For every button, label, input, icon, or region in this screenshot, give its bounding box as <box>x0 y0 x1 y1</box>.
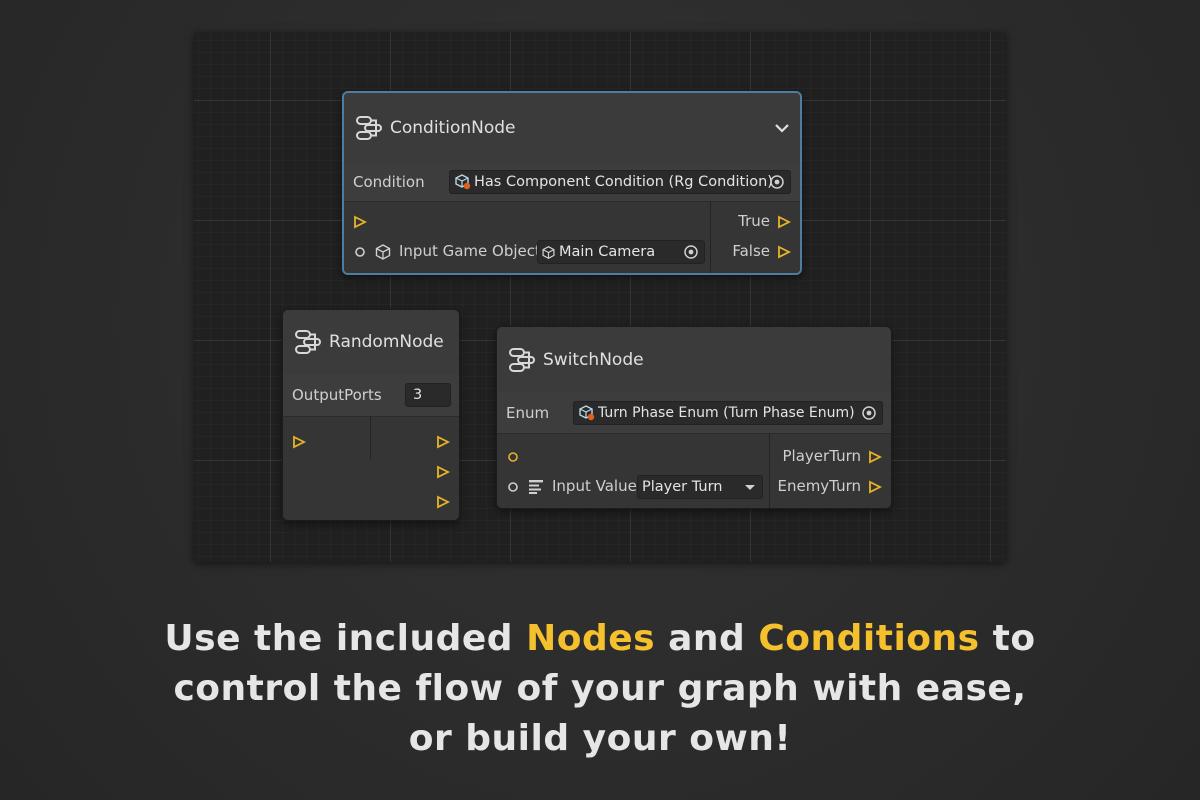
condition-node[interactable]: ConditionNode Condition Has Component Co… <box>342 91 802 275</box>
condition-node-header[interactable]: ConditionNode <box>344 93 800 164</box>
random-node-header[interactable]: RandomNode <box>283 310 459 375</box>
random-ports <box>283 417 459 520</box>
caption-highlight-nodes: Nodes <box>526 618 656 659</box>
flow-output-port-1[interactable] <box>436 435 450 449</box>
chevron-down-icon[interactable] <box>774 122 790 134</box>
condition-field-row: Condition Has Component Condition (Rg Co… <box>344 163 800 202</box>
output-true-label: True <box>738 212 770 230</box>
output-ports-row: OutputPorts 3 <box>283 374 459 417</box>
input-value-label: Input Value <box>552 477 637 495</box>
switch-node-title: SwitchNode <box>543 350 644 370</box>
enum-list-icon <box>529 480 543 494</box>
input-value-dropdown[interactable]: Player Turn <box>637 475 763 499</box>
input-value-selected: Player Turn <box>642 479 723 495</box>
flow-output-port-false[interactable] <box>777 245 791 259</box>
value-input-port[interactable] <box>507 481 519 493</box>
caption-line-1: Use the included Nodes and Conditions to <box>0 614 1200 664</box>
object-picker-icon[interactable] <box>860 404 878 422</box>
value-input-port[interactable] <box>354 246 366 258</box>
condition-label: Condition <box>353 173 425 191</box>
gameobject-icon <box>375 244 391 260</box>
node-graph-icon <box>295 330 321 354</box>
dropdown-arrow-icon <box>745 485 755 490</box>
input-gameobject-label: Input Game Object <box>399 242 541 260</box>
gameobject-value: Main Camera <box>559 244 656 260</box>
flow-input-port[interactable] <box>292 435 306 449</box>
gameobject-icon <box>542 245 555 259</box>
scriptable-object-icon <box>455 174 471 190</box>
caption-text: Use the included <box>164 618 527 659</box>
enum-field-row: Enum Turn Phase Enum (Turn Phase Enum) <box>497 393 891 434</box>
enum-label: Enum <box>506 404 550 422</box>
condition-node-title: ConditionNode <box>390 118 516 138</box>
condition-object-field[interactable]: Has Component Condition (Rg Condition) <box>449 170 791 194</box>
object-picker-icon[interactable] <box>768 173 786 191</box>
random-node[interactable]: RandomNode OutputPorts 3 <box>282 309 460 521</box>
caption-highlight-conditions: Conditions <box>758 618 980 659</box>
flow-output-port-enemyturn[interactable] <box>868 480 882 494</box>
caption-line-3: or build your own! <box>408 718 792 759</box>
flow-output-port-3[interactable] <box>436 495 450 509</box>
switch-ports: Input Value Player Turn PlayerTurn Enemy… <box>497 434 891 508</box>
switch-node[interactable]: SwitchNode Enum Turn Phase Enum (Turn Ph… <box>496 326 892 509</box>
flow-input-port[interactable] <box>353 215 367 229</box>
node-graph-icon <box>356 116 382 140</box>
output-false-label: False <box>732 242 770 260</box>
switch-node-header[interactable]: SwitchNode <box>497 327 891 394</box>
condition-ports: Input Game Object Main Camera True False <box>344 202 800 273</box>
caption-line-2: control the flow of your graph with ease… <box>173 668 1027 709</box>
output-ports-value: 3 <box>413 387 423 403</box>
enum-object-field[interactable]: Turn Phase Enum (Turn Phase Enum) <box>573 401 883 425</box>
output-ports-input[interactable]: 3 <box>405 383 451 407</box>
flow-output-port-2[interactable] <box>436 465 450 479</box>
node-graph-icon <box>509 348 535 372</box>
gameobject-field[interactable]: Main Camera <box>537 240 705 264</box>
condition-object-value: Has Component Condition (Rg Condition) <box>474 174 773 190</box>
output-enemyturn-label: EnemyTurn <box>777 477 861 495</box>
output-ports-label: OutputPorts <box>292 386 382 404</box>
output-playerturn-label: PlayerTurn <box>782 447 861 465</box>
caption-text: to <box>979 618 1036 659</box>
flow-output-port-true[interactable] <box>777 215 791 229</box>
graph-canvas[interactable]: ConditionNode Condition Has Component Co… <box>194 32 1006 562</box>
caption-text: and <box>655 618 759 659</box>
enum-object-value: Turn Phase Enum (Turn Phase Enum) <box>598 405 855 421</box>
random-node-title: RandomNode <box>329 332 444 352</box>
object-picker-icon[interactable] <box>682 243 700 261</box>
flow-output-port-playerturn[interactable] <box>868 450 882 464</box>
scriptable-object-icon <box>579 405 595 421</box>
flow-input-port[interactable] <box>507 451 519 463</box>
